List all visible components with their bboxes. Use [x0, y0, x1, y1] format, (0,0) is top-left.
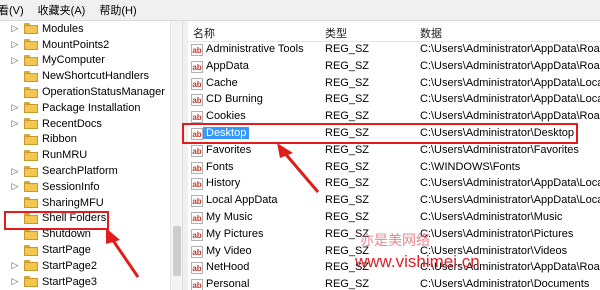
annotation-arrows — [106, 143, 320, 278]
watermark-url: www.vishimei.cn — [355, 252, 480, 271]
watermark-chinese: 亦是美网络 — [360, 233, 430, 249]
arrow-to-shell-folders-icon — [106, 228, 140, 278]
arrow-to-desktop-icon — [277, 143, 320, 193]
